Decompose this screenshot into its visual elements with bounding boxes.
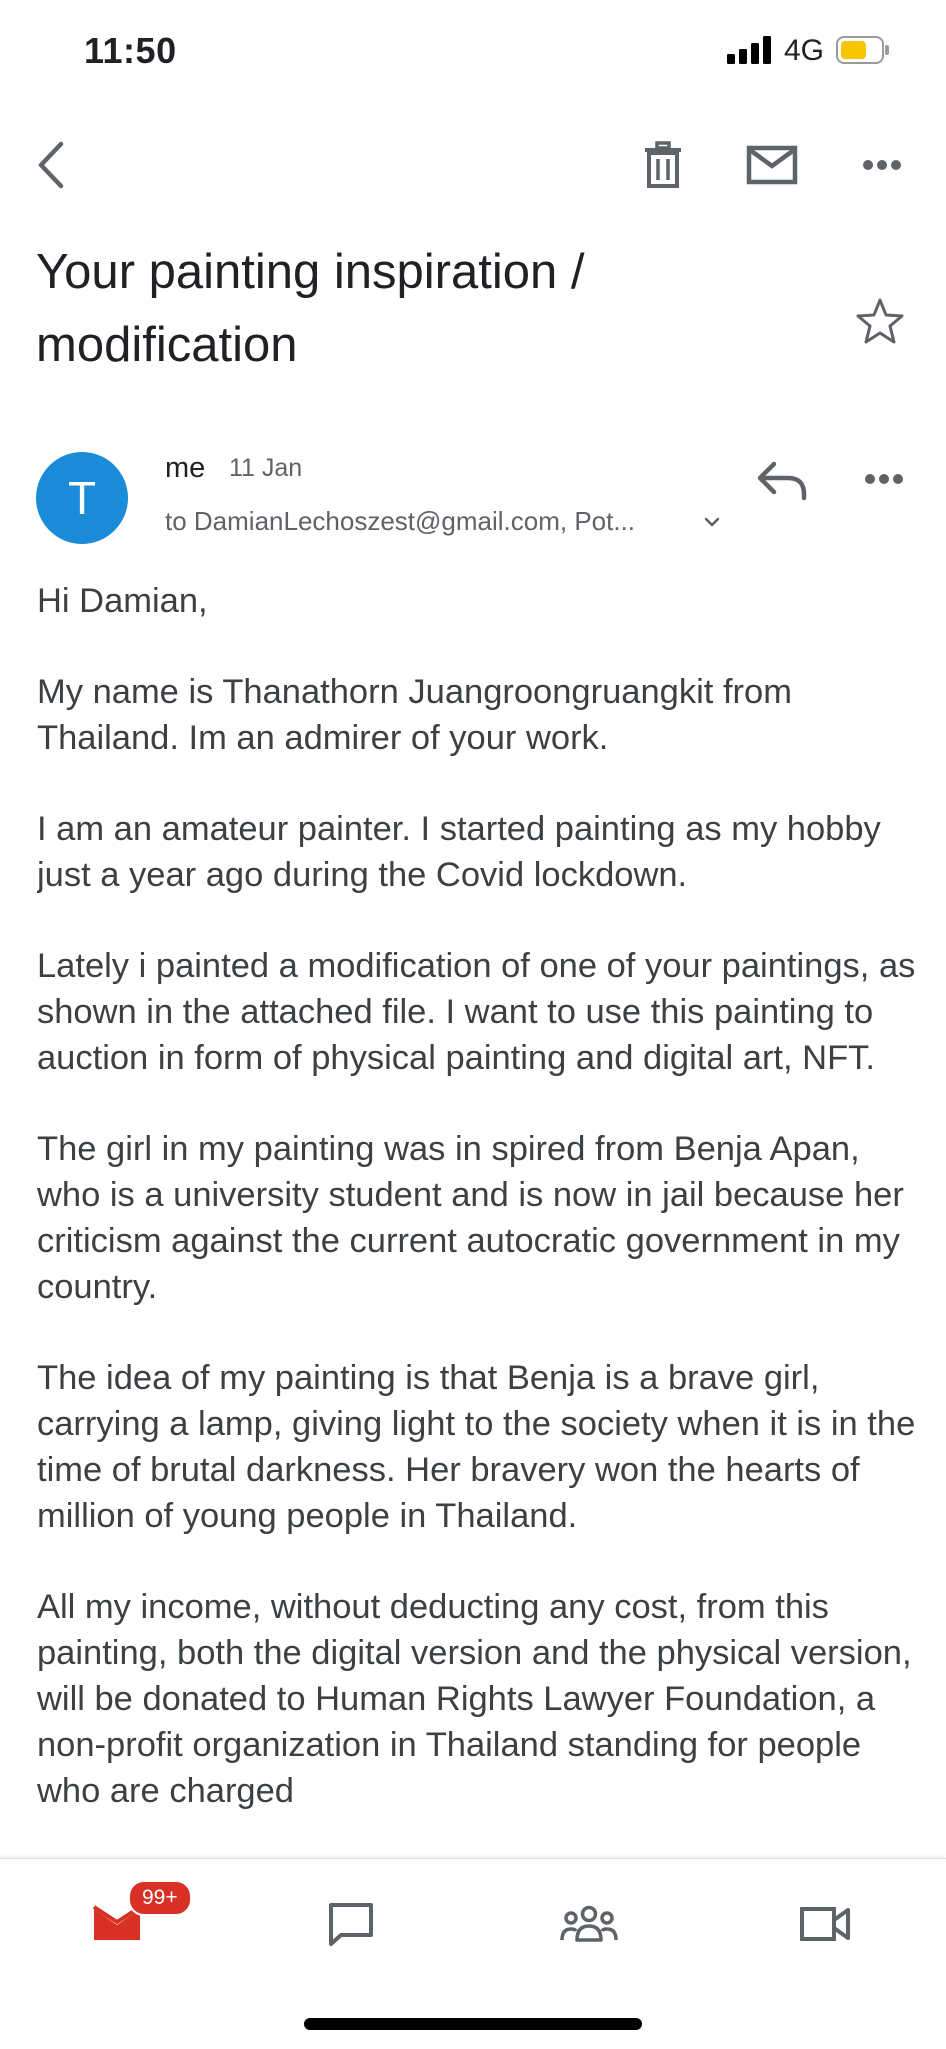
body-paragraph: The girl in my painting was in spired fr… xyxy=(37,1130,904,1306)
body-paragraph: All my income, without deducting any cos… xyxy=(37,1588,912,1810)
email-subject: Your painting inspiration / modification xyxy=(36,245,585,372)
chevron-down-icon[interactable] xyxy=(702,512,722,532)
star-icon[interactable] xyxy=(854,296,906,348)
recipients-line[interactable]: to DamianLechoszest@gmail.com, Pot... xyxy=(165,506,635,537)
reply-icon[interactable] xyxy=(752,452,812,512)
status-bar: 11:50 4G xyxy=(0,0,946,104)
email-date: 11 Jan xyxy=(229,454,303,482)
people-icon xyxy=(560,1905,618,1942)
mark-unread-button[interactable] xyxy=(737,130,807,200)
more-options-button[interactable] xyxy=(847,130,917,200)
message-more-icon[interactable] xyxy=(850,452,916,512)
avatar[interactable]: T xyxy=(36,452,128,544)
sender-name: me xyxy=(165,452,206,484)
nav-spaces[interactable] xyxy=(554,1889,624,1959)
chevron-left-icon xyxy=(38,141,64,189)
email-toolbar xyxy=(0,130,946,200)
more-horizontal-icon xyxy=(863,160,901,170)
body-paragraph: I am an amateur painter. I started paint… xyxy=(37,810,881,894)
body-paragraph: Lately i painted a modification of one o… xyxy=(37,947,916,1077)
network-type: 4G xyxy=(784,34,825,67)
home-indicator xyxy=(304,2018,642,2030)
battery-icon xyxy=(836,36,889,64)
nav-meet[interactable] xyxy=(790,1889,860,1959)
chat-icon xyxy=(329,1903,373,1946)
body-paragraph: The idea of my painting is that Benja is… xyxy=(37,1359,916,1535)
body-paragraph: My name is Thanathorn Juangroongruangkit… xyxy=(37,673,792,757)
nav-chat[interactable] xyxy=(316,1889,386,1959)
signal-icon xyxy=(727,36,771,64)
delete-button[interactable] xyxy=(628,130,698,200)
status-time: 11:50 xyxy=(84,30,177,71)
email-body: Hi Damian, My name is Thanathorn Juangro… xyxy=(37,578,917,1856)
unread-count-badge: 99+ xyxy=(128,1880,192,1916)
back-button[interactable] xyxy=(16,130,86,200)
body-paragraph: Hi Damian, xyxy=(37,582,208,620)
video-icon xyxy=(800,1907,850,1941)
mail-icon xyxy=(746,145,798,185)
trash-icon xyxy=(645,141,681,188)
